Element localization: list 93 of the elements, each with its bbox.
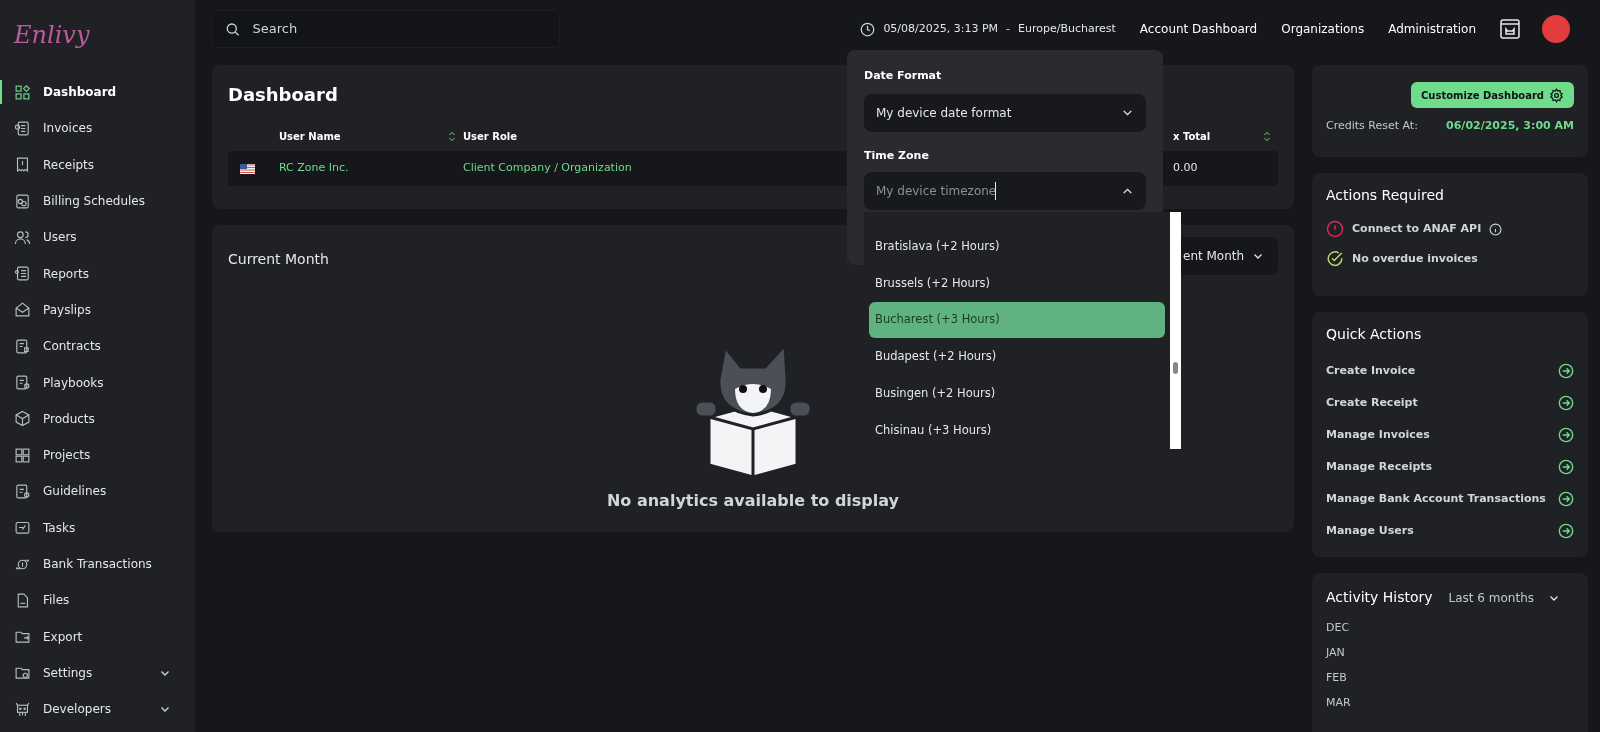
- credits-label: Credits Reset At:: [1326, 118, 1418, 134]
- search-bar[interactable]: Search: [212, 10, 560, 48]
- sidebar-item[interactable]: Dashboard: [0, 74, 195, 111]
- flag-icon: [240, 163, 255, 174]
- quick-action-link[interactable]: Manage Receipts: [1326, 457, 1574, 477]
- arrow-right-circle-icon: [1558, 363, 1574, 379]
- sidebar-item[interactable]: Products: [0, 400, 195, 437]
- sidebar-item[interactable]: Payslips: [0, 291, 195, 329]
- menu-icon: [14, 228, 31, 246]
- sidebar-item[interactable]: Contracts: [0, 328, 195, 365]
- arrow-right-circle-icon: [1558, 459, 1574, 475]
- separator: -: [1006, 20, 1011, 37]
- period-select[interactable]: ent Month: [1181, 237, 1278, 275]
- range-select[interactable]: Last 6 months: [1448, 588, 1560, 607]
- table-cell-text: 0.00: [1173, 160, 1199, 177]
- arrow-right-circle-icon: [1558, 427, 1574, 443]
- card-title: Current Month: [228, 249, 329, 269]
- arrow-right-circle-icon: [1558, 491, 1574, 507]
- sidebar-item[interactable]: Playbooks: [0, 364, 195, 401]
- sidebar-item[interactable]: Files: [0, 582, 195, 619]
- arrow-right-circle-icon: [1558, 523, 1574, 539]
- timezone-link[interactable]: Europe/Bucharest: [1018, 20, 1116, 38]
- timezone-select[interactable]: My device timezone: [864, 172, 1146, 210]
- sidebar-item[interactable]: Export: [0, 618, 195, 655]
- menu-icon: [14, 482, 31, 500]
- quick-action-link[interactable]: Manage Users: [1326, 521, 1574, 541]
- settings-icon: [1549, 87, 1564, 103]
- sidebar-item[interactable]: Invoices: [0, 110, 195, 147]
- month-label: FEB: [1326, 670, 1348, 686]
- column-header[interactable]: User Name: [279, 128, 341, 144]
- search-field[interactable]: Search: [252, 19, 547, 39]
- timezone-option[interactable]: Brussels (+2 Hours): [869, 264, 1165, 302]
- clock-icon: [860, 21, 876, 37]
- nav-link[interactable]: Account Dashboard: [1139, 20, 1258, 38]
- scrollbar[interactable]: [1170, 212, 1181, 449]
- empty-state-message: No analytics available to display: [606, 490, 900, 512]
- current-datetime: 05/08/2025, 3:13 PM: [883, 20, 999, 37]
- nav-link[interactable]: Administration: [1388, 20, 1476, 38]
- menu-icon: [14, 519, 31, 537]
- sidebar-item[interactable]: Tasks: [0, 509, 195, 546]
- sidebar-item[interactable]: Guidelines: [0, 473, 195, 510]
- menu-icon: [14, 192, 31, 210]
- menu-icon: [14, 119, 31, 137]
- quick-action-link[interactable]: Manage Invoices: [1326, 425, 1574, 445]
- credits-value: 06/02/2025, 3:00 AM: [1446, 118, 1574, 134]
- sidebar-item[interactable]: Users: [0, 219, 195, 256]
- logo[interactable]: Enlivy: [14, 17, 90, 53]
- action-item[interactable]: Connect to ANAF API: [1352, 220, 1482, 238]
- page-title: Dashboard: [228, 83, 339, 107]
- sidebar-item[interactable]: Receipts: [0, 146, 195, 183]
- timezone-field[interactable]: My device timezone: [876, 182, 996, 200]
- arrow-right-circle-icon: [1558, 395, 1574, 411]
- card-title: Activity History: [1326, 588, 1433, 607]
- menu-icon: [14, 410, 31, 428]
- timezone-option[interactable]: Bratislava (+2 Hours): [869, 228, 1165, 265]
- month-label: MAR: [1326, 695, 1352, 711]
- sidebar-item[interactable]: Billing Schedules: [0, 182, 195, 220]
- timezone-option[interactable]: Chisinau (+3 Hours): [869, 412, 1165, 449]
- date-format-select[interactable]: My device date format: [864, 93, 1146, 132]
- menu-icon: [14, 700, 31, 718]
- month-label: DEC: [1326, 620, 1351, 636]
- menu-icon: [14, 374, 31, 391]
- sidebar-item[interactable]: Bank Transactions: [0, 545, 195, 583]
- timezone-option[interactable]: Budapest (+2 Hours): [869, 338, 1165, 376]
- sidebar-item[interactable]: Projects: [0, 436, 195, 474]
- menu-icon: [14, 83, 31, 101]
- card-title: Actions Required: [1326, 186, 1445, 205]
- sidebar-item[interactable]: Settings: [0, 654, 195, 692]
- menu-icon: [14, 265, 31, 283]
- sidebar-item[interactable]: Reports: [0, 255, 195, 292]
- menu-icon: [14, 301, 31, 319]
- card-title: Quick Actions: [1326, 325, 1423, 344]
- action-item[interactable]: No overdue invoices: [1352, 250, 1478, 268]
- column-header[interactable]: x Total: [1173, 128, 1211, 144]
- quick-action-link[interactable]: Manage Bank Account Transactions: [1326, 489, 1574, 509]
- table-cell-text: RC Zone Inc.: [279, 160, 350, 177]
- menu-icon: [14, 446, 31, 464]
- column-header[interactable]: User Role: [463, 128, 518, 144]
- menu-icon: [14, 337, 31, 355]
- customize-dashboard-button[interactable]: Customize Dashboard: [1411, 82, 1574, 108]
- nav-link[interactable]: Organizations: [1281, 20, 1365, 38]
- field-label: Date Format: [864, 68, 943, 84]
- menu-icon: [14, 156, 31, 174]
- table-cell-text: Client Company / Organization: [463, 160, 633, 177]
- sidebar-item[interactable]: Developers: [0, 691, 195, 728]
- quick-action-link[interactable]: Create Invoice: [1326, 361, 1574, 381]
- search-icon: [225, 20, 241, 38]
- timezone-option[interactable]: Bucharest (+3 Hours): [869, 301, 1165, 339]
- month-label: JAN: [1326, 645, 1346, 661]
- quick-action-link[interactable]: Create Receipt: [1326, 393, 1574, 413]
- timezone-option[interactable]: Busingen (+2 Hours): [869, 375, 1165, 413]
- info-icon[interactable]: [1489, 222, 1503, 236]
- avatar[interactable]: [1542, 15, 1570, 43]
